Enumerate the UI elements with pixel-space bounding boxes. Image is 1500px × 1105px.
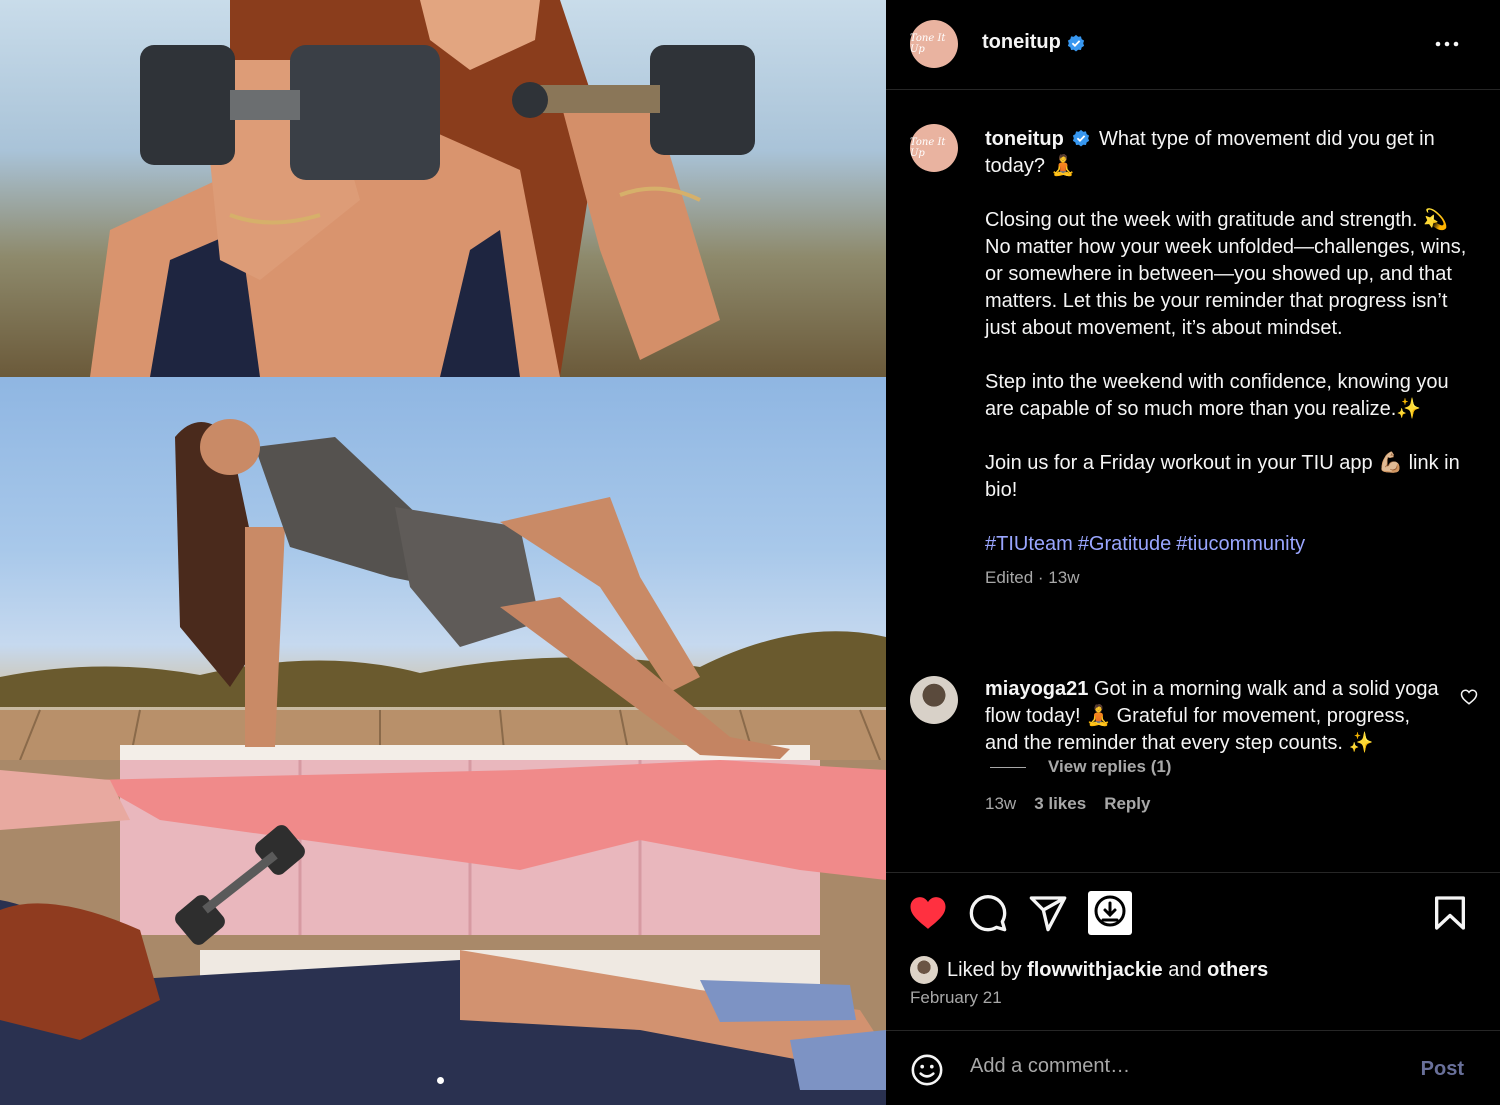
more-options-button[interactable] [1434,30,1460,62]
comment-input[interactable] [970,1055,1390,1078]
liked-by-row: Liked by flowwithjackie and others [910,956,1268,984]
comment-actions: 13w 3 likes Reply [985,794,1150,814]
post-header: Tone It Up toneitup [886,0,1500,90]
liked-by-others[interactable]: others [1207,959,1268,981]
photo-plank-pose [0,760,886,1105]
caption-verified-badge-icon [1073,129,1090,147]
dumbbell-illustration [90,0,755,377]
verified-badge-icon [1067,34,1084,52]
commenter-avatar[interactable] [910,676,958,724]
commenter-username[interactable]: miayoga21 [985,678,1088,700]
comment-text: miayoga21 Got in a morning walk and a so… [985,676,1440,757]
avatar-logo-text: Tone It Up [910,33,946,55]
caption-avatar-logo-text: Tone It Up [910,137,946,159]
post-side-panel: Tone It Up toneitup Tone It Up toneitup [886,0,1500,1105]
post-media[interactable] [0,0,886,1105]
view-replies-label[interactable]: View replies (1) [1048,757,1171,777]
caption: toneitup What type of movement did you g… [985,126,1475,591]
more-horizontal-icon [1435,41,1459,47]
author-avatar[interactable]: Tone It Up [910,20,958,68]
view-replies-line [990,766,1026,768]
comment-likes-count[interactable]: 3 likes [1034,794,1086,814]
liked-by-prefix: Liked by [947,958,1022,981]
plank-illustration [0,760,886,1105]
like-heart-icon[interactable] [908,893,948,933]
liker-username[interactable]: flowwithjackie [1027,959,1163,981]
hashtag-link[interactable]: #Gratitude [1078,533,1171,555]
liker-avatar[interactable] [910,956,938,984]
caption-username[interactable]: toneitup [985,128,1064,150]
comment-time: 13w [985,794,1017,813]
caption-paragraph-4: Join us for a Friday workout in your TIU… [985,452,1460,501]
hashtag-link[interactable]: #TIUteam [985,533,1073,555]
view-replies-button[interactable]: View replies (1) [990,757,1171,777]
post-actions-bar: Liked by flowwithjackie and others Febru… [886,872,1500,1030]
hashtags: #TIUteam #Gratitude #tiucommunity [985,531,1475,558]
caption-meta: Edited · 13w [985,568,1080,587]
save-bookmark-icon[interactable] [1430,893,1470,933]
liked-by-and: and [1168,958,1202,981]
reply-button[interactable]: Reply [1104,794,1150,814]
caption-paragraph-3: Step into the weekend with confidence, k… [985,371,1449,420]
download-icon [1094,895,1126,927]
photo-yoga-pose [0,377,886,760]
carousel-dot-indicator[interactable] [437,1077,444,1084]
comment-like-heart-icon[interactable] [1460,688,1478,706]
post-date: February 21 [910,988,1002,1007]
yoga-illustration [0,419,886,760]
post-comment-button[interactable]: Post [1421,1058,1464,1081]
share-paper-plane-icon[interactable] [1028,893,1068,933]
caption-author-avatar[interactable]: Tone It Up [910,124,958,172]
author-username-row[interactable]: toneitup [982,31,1085,54]
hashtag-link[interactable]: #tiucommunity [1176,533,1305,555]
emoji-smiley-icon[interactable] [910,1053,944,1087]
comment-bubble-icon[interactable] [968,893,1008,933]
author-username[interactable]: toneitup [982,31,1061,54]
comments-scroll-area[interactable]: Tone It Up toneitup What type of movemen… [886,91,1500,871]
add-comment-bar: Post [886,1030,1500,1105]
download-button[interactable] [1088,891,1132,935]
photo-dumbbells [0,0,886,377]
caption-paragraph-2: Closing out the week with gratitude and … [985,209,1467,339]
